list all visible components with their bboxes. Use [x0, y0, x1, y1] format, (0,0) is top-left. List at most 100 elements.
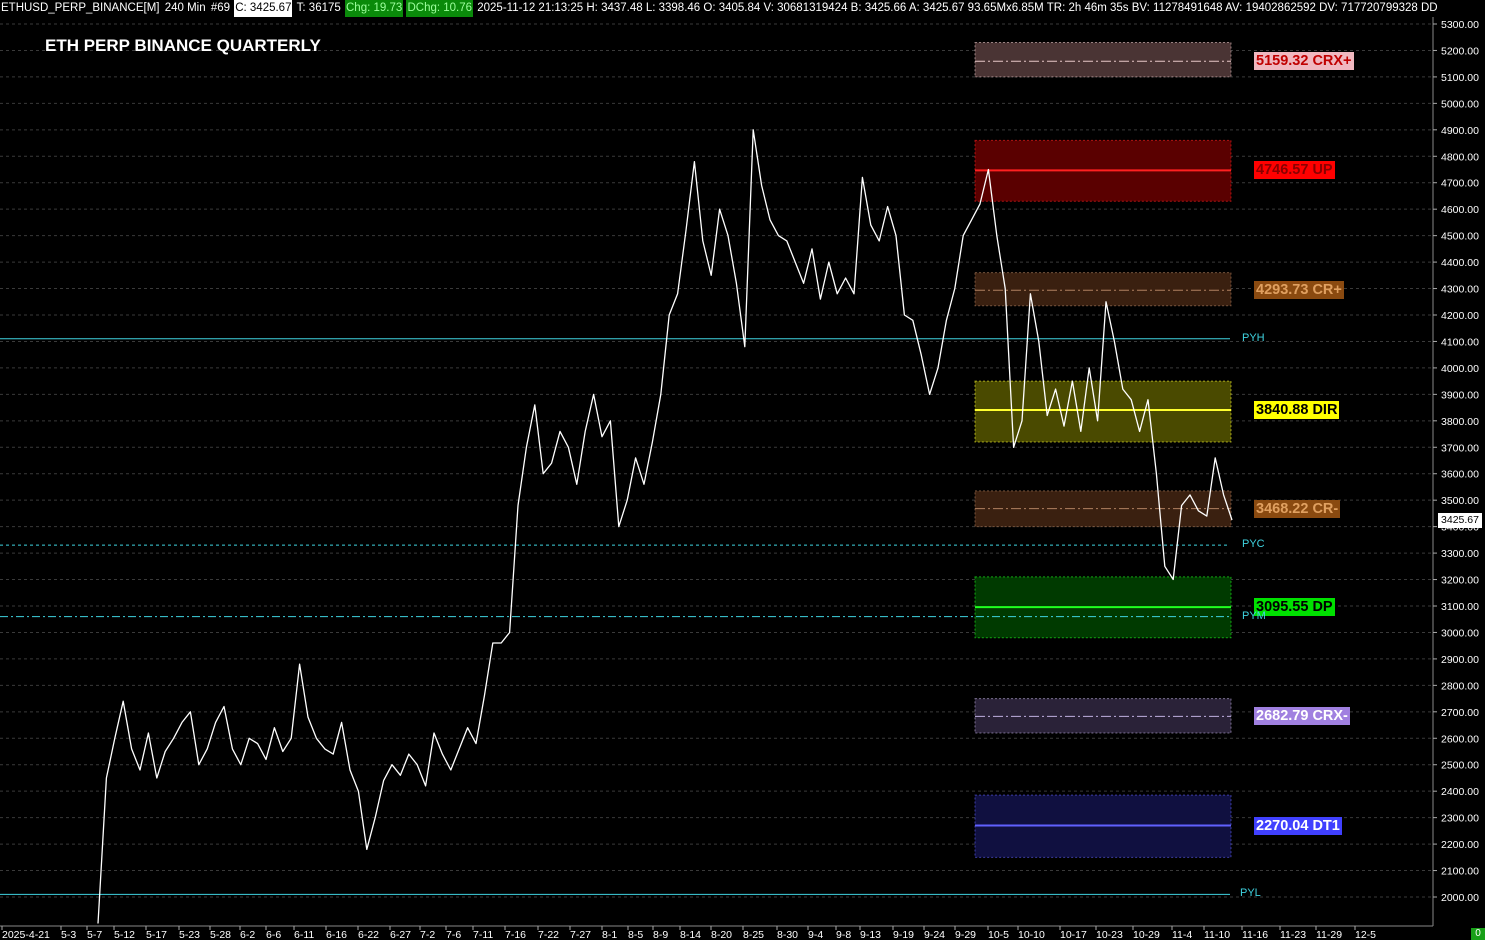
price-axis[interactable]: 2000.00 2100.00 2200.00 2300.00 2400.00 2500.… — [1432, 17, 1485, 928]
price-tick-label: 5200.00 — [1441, 45, 1479, 57]
close-value: C: 3425.67 — [234, 0, 293, 17]
time-tick-label: 6-27 — [390, 929, 411, 940]
price-tick-label: 2800.00 — [1441, 680, 1479, 692]
price-tick-label: 3600.00 — [1441, 469, 1479, 481]
price-tick-label: 2900.00 — [1441, 654, 1479, 666]
time-tick-label: 12-5 — [1355, 929, 1376, 940]
level-label: 3840.88 DIR — [1254, 401, 1340, 419]
level-label: 3468.22 CR- — [1254, 499, 1341, 518]
time-tick-label: 11-16 — [1242, 929, 1268, 940]
price-tick-label: 4400.00 — [1441, 257, 1479, 269]
time-axis[interactable]: 2025-4-21 5-3 5-7 5-12 5-17 5-23 5-28 6-2 6-6 6-1… — [0, 925, 1485, 940]
time-tick-label: 6-2 — [240, 929, 255, 940]
time-tick-label: 6-16 — [326, 929, 347, 940]
level-label: 4293.73 CR+ — [1254, 281, 1344, 300]
price-tick-label: 5300.00 — [1441, 19, 1479, 31]
time-tick-label: 8-1 — [602, 929, 617, 940]
time-tick-label: 6-11 — [294, 929, 314, 940]
time-tick-label: 5-12 — [114, 929, 135, 940]
time-tick-label: 5-28 — [210, 929, 231, 940]
bar-number: #69 — [210, 2, 230, 14]
time-tick-label: 7-16 — [505, 929, 526, 940]
time-tick-label: 9-8 — [836, 929, 851, 940]
price-tick-label: 3700.00 — [1441, 442, 1479, 454]
time-tick-label: 9-13 — [860, 929, 881, 940]
time-tick-label: 7-6 — [446, 929, 461, 940]
time-tick-label: 9-29 — [955, 929, 976, 940]
reference-label: PYH — [1242, 331, 1265, 344]
level-zone[interactable] — [974, 698, 1232, 734]
price-tick-label: 2200.00 — [1441, 839, 1479, 851]
price-tick-label: 3500.00 — [1441, 495, 1479, 507]
time-tick-label: 5-23 — [179, 929, 200, 940]
time-tick-label: 11-10 — [1204, 929, 1230, 940]
level-label: 2270.04 DT1 — [1254, 816, 1342, 835]
time-tick-label: 10-23 — [1096, 929, 1123, 940]
level-zones — [974, 42, 1232, 858]
time-tick-label: 7-2 — [420, 929, 435, 940]
price-tick-label: 2700.00 — [1441, 707, 1479, 719]
reference-label: PYM — [1242, 609, 1266, 622]
last-price-tag: 3425.67 — [1438, 513, 1482, 528]
time-tick-label: 8-14 — [680, 929, 701, 940]
symbol-label[interactable]: ETHUSD_PERP_BINANCE[M] — [0, 0, 160, 17]
price-tick-label: 4500.00 — [1441, 231, 1479, 243]
time-tick-label: 7-11 — [473, 929, 493, 940]
price-tick-label: 4200.00 — [1441, 310, 1479, 322]
reference-label: PYC — [1242, 538, 1265, 551]
time-tick-label: 5-17 — [146, 929, 167, 940]
time-tick-label: 8-30 — [777, 929, 798, 940]
time-tick-label: 8-25 — [743, 929, 764, 940]
price-tick-label: 2500.00 — [1441, 760, 1479, 772]
price-tick-label: 2000.00 — [1441, 892, 1479, 904]
price-tick-label: 3200.00 — [1441, 575, 1479, 587]
price-tick-label: 2600.00 — [1441, 733, 1479, 745]
price-tick-label: 3300.00 — [1441, 548, 1479, 560]
level-label: 2682.79 CRX- — [1254, 707, 1350, 726]
price-tick-label: 5100.00 — [1441, 72, 1479, 84]
time-tick-label: 2025-4-21 — [2, 929, 50, 940]
price-tick-label: 3000.00 — [1441, 627, 1479, 639]
chart-status-bar: ETHUSD_PERP_BINANCE[M] 240 Min #69 C: 34… — [0, 0, 1437, 17]
price-tick-label: 4600.00 — [1441, 204, 1479, 216]
price-tick-label: 3900.00 — [1441, 389, 1479, 401]
time-tick-label: 10-10 — [1018, 929, 1045, 940]
time-tick-label: 7-22 — [538, 929, 559, 940]
time-tick-label: 11-4 — [1172, 929, 1192, 940]
bar-stats: 2025-11-12 21:13:25 H: 3437.48 L: 3398.4… — [477, 2, 1437, 14]
corner-badge[interactable]: 0 — [1471, 928, 1485, 940]
price-tick-label: 2300.00 — [1441, 813, 1479, 825]
price-tick-label: 2100.00 — [1441, 866, 1479, 878]
price-tick-label: 4100.00 — [1441, 336, 1479, 348]
price-tick-label: 2400.00 — [1441, 786, 1479, 798]
time-tick-label: 8-20 — [711, 929, 732, 940]
time-tick-label: 7-27 — [570, 929, 591, 940]
daily-change-value: DChg: 10.76 — [406, 0, 474, 17]
time-tick-label: 8-9 — [653, 929, 668, 940]
time-tick-label: 5-3 — [61, 929, 76, 940]
time-tick-label: 11-23 — [1280, 929, 1306, 940]
time-tick-label: 9-4 — [808, 929, 823, 940]
price-tick-label: 4000.00 — [1441, 363, 1479, 375]
level-label: 4746.57 UP — [1254, 161, 1335, 180]
chart-title: ETH PERP BINANCE QUARTERLY — [45, 36, 321, 55]
level-zone[interactable] — [974, 272, 1232, 307]
time-tick-label: 10-17 — [1060, 929, 1087, 940]
price-tick-label: 4800.00 — [1441, 151, 1479, 163]
time-tick-label: 10-5 — [988, 929, 1009, 940]
price-tick-label: 3100.00 — [1441, 601, 1479, 613]
price-chart[interactable]: 2000.00 2100.00 2200.00 2300.00 2400.00 2500.… — [0, 0, 1485, 940]
level-label: 3095.55 DP — [1254, 598, 1335, 617]
price-tick-label: 4300.00 — [1441, 284, 1479, 296]
price-tick-label: 4700.00 — [1441, 178, 1479, 190]
reference-label: PYL — [1240, 887, 1261, 900]
price-tick-label: 4900.00 — [1441, 125, 1479, 137]
time-tick-label: 11-29 — [1316, 929, 1342, 940]
level-zone[interactable] — [974, 42, 1232, 78]
timeframe-label[interactable]: 240 Min — [164, 0, 207, 17]
time-tick-label: 9-19 — [893, 929, 914, 940]
time-tick-label: 6-22 — [358, 929, 379, 940]
level-label: 5159.32 CRX+ — [1254, 52, 1354, 71]
change-value: Chg: 19.73 — [345, 0, 404, 17]
price-tick-label: 5000.00 — [1441, 98, 1479, 110]
